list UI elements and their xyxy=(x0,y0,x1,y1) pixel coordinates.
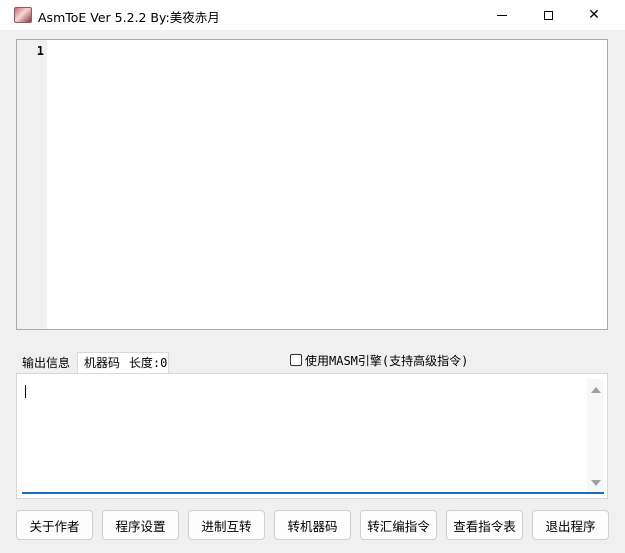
base-convert-button[interactable]: 进制互转 xyxy=(188,510,265,540)
close-icon: ✕ xyxy=(588,7,600,23)
maximize-button[interactable] xyxy=(525,0,571,30)
tab-machine-code[interactable]: 机器码 长度:0 xyxy=(77,352,169,373)
tab-machine-code-label: 机器码 xyxy=(84,356,121,370)
maximize-icon xyxy=(543,10,553,20)
exit-program-button[interactable]: 退出程序 xyxy=(532,510,609,540)
close-button[interactable]: ✕ xyxy=(571,0,617,30)
code-editor[interactable]: 1 xyxy=(16,39,608,330)
title-bar: AsmToE Ver 5.2.2 By:美夜赤月 ✕ xyxy=(0,0,625,30)
minimize-icon xyxy=(497,14,507,16)
text-caret xyxy=(25,385,26,398)
to-machine-code-button[interactable]: 转机器码 xyxy=(274,510,351,540)
scroll-up-arrow-icon[interactable] xyxy=(591,387,601,393)
program-settings-button[interactable]: 程序设置 xyxy=(102,510,179,540)
vertical-scrollbar[interactable] xyxy=(587,379,604,492)
line-number-gutter: 1 xyxy=(17,40,47,329)
minimize-button[interactable] xyxy=(479,0,525,30)
app-icon xyxy=(14,7,32,23)
masm-engine-label: 使用MASM引擎(支持高级指令) xyxy=(305,353,469,368)
line-number: 1 xyxy=(36,44,44,58)
view-instructions-button[interactable]: 查看指令表 xyxy=(446,510,523,540)
about-author-button[interactable]: 关于作者 xyxy=(16,510,93,540)
output-panel xyxy=(16,373,608,499)
length-label: 长度:0 xyxy=(128,356,168,370)
checkbox-box[interactable] xyxy=(290,354,302,366)
window-title: AsmToE Ver 5.2.2 By:美夜赤月 xyxy=(38,10,220,25)
output-textarea[interactable] xyxy=(22,379,604,494)
to-assembly-button[interactable]: 转汇编指令 xyxy=(360,510,437,540)
scroll-down-arrow-icon[interactable] xyxy=(591,480,601,486)
masm-engine-checkbox[interactable]: 使用MASM引擎(支持高级指令) xyxy=(290,352,468,368)
tab-output-info[interactable]: 输出信息 xyxy=(17,353,76,373)
